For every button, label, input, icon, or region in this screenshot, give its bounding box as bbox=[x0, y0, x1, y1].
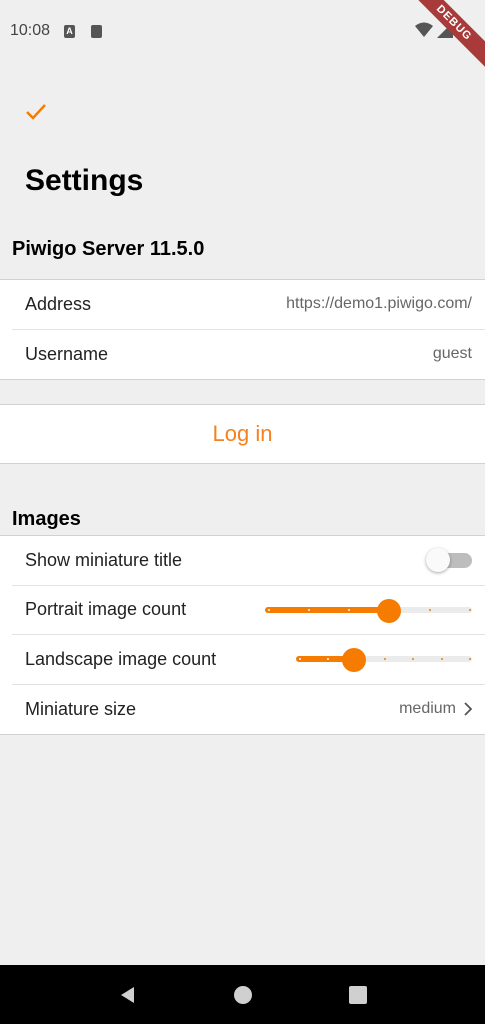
slider-tick bbox=[440, 658, 443, 661]
miniature-size-value: medium bbox=[399, 700, 456, 718]
server-settings-group: Address https://demo1.piwigo.com/ Userna… bbox=[0, 279, 485, 380]
address-value: https://demo1.piwigo.com/ bbox=[286, 295, 472, 313]
portrait-count-slider[interactable] bbox=[265, 595, 472, 625]
address-row[interactable]: Address https://demo1.piwigo.com/ bbox=[12, 280, 485, 330]
system-navigation-bar bbox=[0, 965, 485, 1024]
slider-tick bbox=[469, 608, 471, 611]
landscape-count-label: Landscape image count bbox=[25, 648, 217, 669]
server-section-title: Piwigo Server 11.5.0 bbox=[12, 238, 205, 260]
recents-button[interactable] bbox=[338, 975, 378, 1015]
login-button[interactable]: Log in bbox=[213, 421, 273, 447]
confirm-button[interactable] bbox=[20, 96, 52, 128]
status-time: 10:08 bbox=[10, 22, 51, 39]
chevron-right-icon bbox=[464, 702, 472, 716]
address-label: Address bbox=[25, 293, 92, 314]
miniature-size-row[interactable]: Miniature size medium bbox=[12, 685, 485, 735]
show-title-label: Show miniature title bbox=[25, 549, 183, 570]
keyboard-notification-icon: A bbox=[64, 24, 76, 38]
sd-card-icon bbox=[91, 24, 103, 38]
portrait-count-label: Portrait image count bbox=[25, 599, 187, 620]
miniature-size-label: Miniature size bbox=[25, 698, 137, 719]
back-triangle-icon bbox=[120, 986, 134, 1003]
miniature-size-value-group: medium bbox=[399, 700, 472, 718]
page-title: Settings bbox=[25, 164, 144, 197]
home-circle-icon bbox=[233, 985, 252, 1004]
wifi-icon bbox=[415, 22, 433, 37]
slider-thumb[interactable] bbox=[342, 648, 367, 673]
login-group: Log in bbox=[0, 404, 485, 464]
slider-fill bbox=[265, 606, 390, 613]
slider-tick bbox=[268, 608, 270, 611]
images-section-title: Images bbox=[12, 508, 81, 530]
toggle-knob bbox=[426, 548, 450, 573]
landscape-count-row: Landscape image count bbox=[12, 635, 485, 685]
username-row[interactable]: Username guest bbox=[12, 330, 485, 380]
show-title-toggle[interactable] bbox=[426, 547, 472, 573]
portrait-count-row: Portrait image count bbox=[12, 586, 485, 635]
check-icon bbox=[26, 104, 46, 120]
slider-tick bbox=[428, 608, 431, 611]
images-settings-group: Show miniature title Portrait image coun… bbox=[0, 535, 485, 735]
landscape-count-slider[interactable] bbox=[296, 644, 472, 674]
back-button[interactable] bbox=[108, 975, 148, 1015]
show-title-row: Show miniature title bbox=[12, 536, 485, 586]
status-bar: 10:08 A DEBUG bbox=[0, 0, 485, 76]
slider-tick bbox=[308, 608, 311, 611]
username-label: Username bbox=[25, 343, 109, 364]
home-button[interactable] bbox=[223, 975, 263, 1015]
recents-square-icon bbox=[348, 985, 367, 1004]
slider-thumb[interactable] bbox=[377, 598, 402, 623]
username-value: guest bbox=[432, 345, 472, 363]
